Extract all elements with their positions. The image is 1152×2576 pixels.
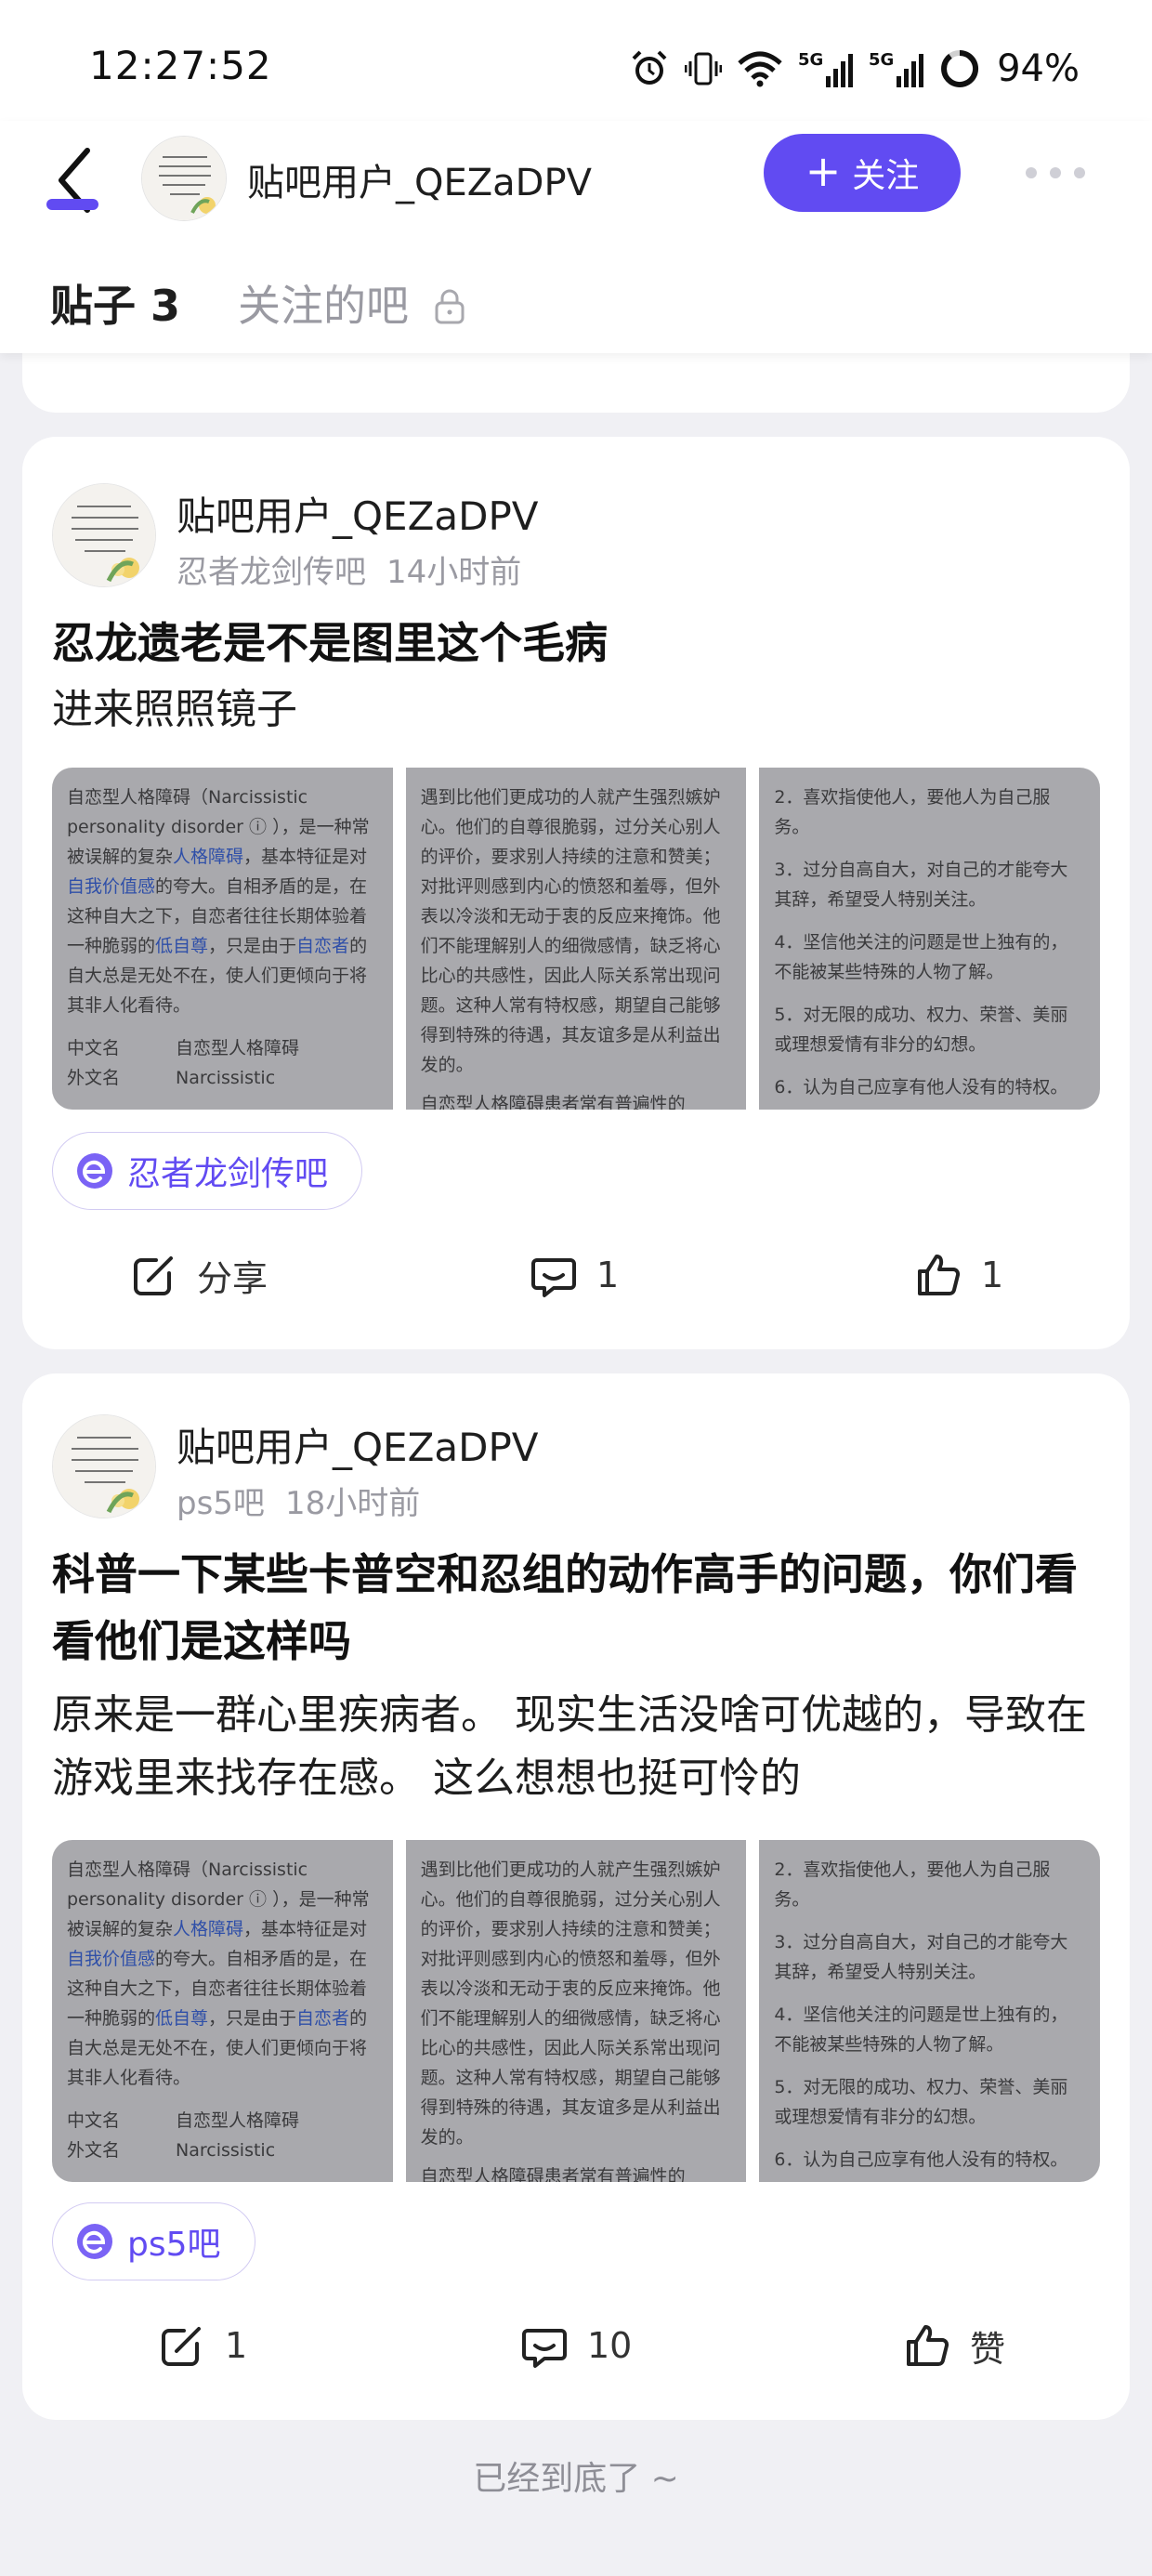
svg-text:5G: 5G [869, 50, 894, 70]
share-label: 分享 [197, 1257, 268, 1299]
comment-button[interactable]: 10 [520, 2308, 632, 2383]
like-button[interactable]: 赞 [903, 2308, 1005, 2383]
forum-tag-label: ps5吧 [127, 2226, 221, 2264]
tab-active-indicator [46, 199, 98, 210]
post-image[interactable]: 遇到比他们更成功的人就产生强烈嫉妒心。他们的自尊很脆弱，过分关心别人的评价，要求… [405, 1840, 747, 2182]
signal-5g-icon: 5G [869, 50, 924, 87]
post-forum[interactable]: ps5吧 [177, 1485, 265, 1522]
forum-tag-label: 忍者龙剑传吧 [127, 1155, 329, 1193]
comment-icon [531, 1258, 576, 1297]
plus-icon: + [805, 146, 842, 196]
like-button[interactable]: 1 [914, 1238, 1003, 1312]
tab-posts[interactable]: 贴子 3 [50, 272, 180, 334]
like-label: 赞 [970, 2328, 1006, 2370]
post-image[interactable]: 自恋型人格障碍（Narcissistic personality disorde… [52, 1840, 393, 2182]
info-icon: ⓘ [242, 817, 273, 837]
forum-logo-icon [77, 2224, 112, 2259]
post-card[interactable]: 贴吧用户_QEZaDPV ps5吧 18小时前 科普一下某些卡普空和忍组的动作高手… [22, 1373, 1130, 2420]
comment-button[interactable]: 1 [530, 1238, 619, 1312]
tab-followed-forums[interactable]: 关注的吧 [238, 272, 409, 334]
profile-header: 贴吧用户_QEZaDPV + 关注 贴子 3 关注的吧 [0, 121, 1152, 353]
vibrate-icon [685, 52, 723, 85]
post-time: 14小时前 [386, 554, 522, 591]
signal-5g-icon: 5G [798, 50, 854, 87]
profile-tabs: 贴子 3 关注的吧 [50, 266, 466, 340]
follow-label: 关注 [852, 157, 920, 195]
post-image[interactable]: 2．喜欢指使他人，要他人为自己服务。 3．过分自高自大，对自己的才能夸大其辞，希… [759, 1840, 1101, 2182]
post-images: 自恋型人格障碍（Narcissistic personality disorde… [52, 768, 1101, 1110]
share-button[interactable]: 分享 [130, 1238, 268, 1312]
profile-user-name: 贴吧用户_QEZaDPV [247, 162, 592, 204]
alarm-icon [632, 50, 667, 85]
svg-text:5G: 5G [798, 50, 823, 70]
post-actions: 分享 1 1 [22, 1238, 1130, 1312]
post-body[interactable]: 进来照照镜子 [52, 678, 1111, 742]
avatar[interactable] [141, 136, 227, 221]
post-title[interactable]: 忍龙遗老是不是图里这个毛病 [52, 610, 1102, 677]
wifi-icon [738, 51, 782, 87]
comment-icon [522, 2329, 567, 2368]
share-count: 1 [225, 2325, 248, 2366]
forum-tag[interactable]: 忍者龙剑传吧 [52, 1132, 363, 1210]
post-image[interactable]: 2．喜欢指使他人，要他人为自己服务。 3．过分自高自大，对自己的才能夸大其辞，希… [759, 768, 1101, 1110]
post-body[interactable]: 原来是一群心里疾病者。 现实生活没啥可优越的，导致在游戏里来找存在感。 这么想想… [52, 1684, 1111, 1810]
share-icon [134, 1256, 173, 1295]
post-meta: 忍者龙剑传吧 14小时前 [177, 546, 521, 592]
avatar[interactable] [52, 1414, 156, 1518]
status-time: 12:27:52 [89, 43, 272, 88]
share-button[interactable]: 1 [158, 2308, 247, 2383]
forum-tag[interactable]: ps5吧 [52, 2202, 255, 2280]
like-count: 1 [981, 1255, 1004, 1295]
comment-count: 1 [596, 1255, 620, 1295]
end-of-list-text: 已经到底了 ~ [473, 2460, 679, 2498]
post-author[interactable]: 贴吧用户_QEZaDPV [177, 485, 539, 542]
post-images: 自恋型人格障碍（Narcissistic personality disorde… [52, 1840, 1101, 2182]
lock-icon [435, 289, 465, 324]
post-image[interactable]: 遇到比他们更成功的人就产生强烈嫉妒心。他们的自尊很脆弱，过分关心别人的评价，要求… [405, 768, 747, 1110]
battery-percent: 94% [997, 47, 1080, 90]
share-icon [162, 2327, 201, 2366]
info-icon: ⓘ [242, 1889, 273, 1910]
follow-button[interactable]: + 关注 [764, 134, 961, 212]
post-card[interactable]: 贴吧用户_QEZaDPV 忍者龙剑传吧 14小时前 忍龙遗老是不是图里这个毛病 进… [22, 437, 1130, 1349]
forum-logo-icon [77, 1153, 112, 1189]
status-bar: 12:27:52 5G 5G 94% [0, 0, 1152, 139]
post-time: 18小时前 [284, 1485, 421, 1522]
more-horizontal-icon[interactable] [1026, 164, 1085, 182]
post-forum[interactable]: 忍者龙剑传吧 [177, 554, 366, 591]
battery-icon [941, 49, 979, 87]
comment-count: 10 [587, 2325, 633, 2366]
thumbs-up-icon [918, 1255, 961, 1295]
post-meta: ps5吧 18小时前 [177, 1478, 420, 1523]
thumbs-up-icon [907, 2325, 949, 2366]
post-actions: 1 10 赞 [22, 2308, 1130, 2383]
post-title[interactable]: 科普一下某些卡普空和忍组的动作高手的问题，你们看看他们是这样吗 [52, 1541, 1102, 1675]
status-icons: 5G 5G 94% [629, 43, 1080, 95]
post-image[interactable]: 自恋型人格障碍（Narcissistic personality disorde… [52, 768, 393, 1110]
avatar[interactable] [52, 483, 156, 587]
post-author[interactable]: 贴吧用户_QEZaDPV [177, 1416, 539, 1473]
